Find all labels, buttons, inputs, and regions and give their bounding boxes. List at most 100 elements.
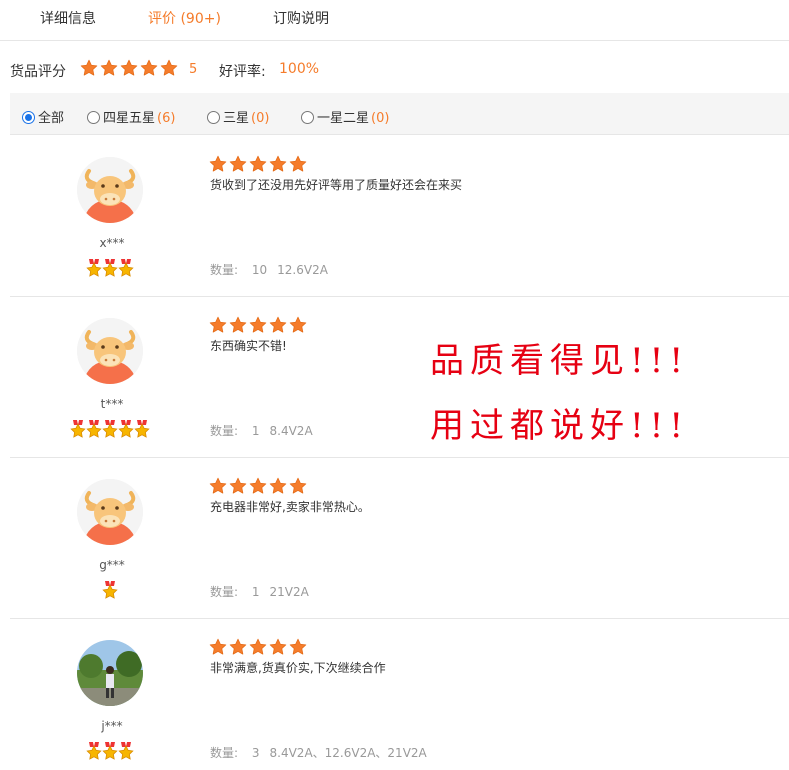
cow-avatar <box>77 479 143 545</box>
medal-icon <box>102 259 118 277</box>
review-stars <box>209 316 309 334</box>
filter-count: (0) <box>371 111 390 126</box>
buyer-level-medals <box>10 581 210 602</box>
star-icon <box>209 638 227 655</box>
review-meta: 数量: 3 8.4V2A、12.6V2A、21V2A <box>210 744 427 761</box>
review-filter-bar: 全部 四星五星 (6) 三星 (0) 一星二星 (0) <box>10 93 789 135</box>
review-stars <box>209 155 309 173</box>
filter-one-two-star[interactable]: 一星二星 (0) <box>301 107 389 126</box>
star-icon <box>269 155 287 172</box>
reviewer-name: j*** <box>101 719 123 733</box>
medal-icon <box>86 259 102 277</box>
medal-icon <box>118 742 134 760</box>
radio-icon[interactable] <box>22 111 35 124</box>
star-icon <box>289 638 307 655</box>
quantity-label: 数量: 10 <box>210 263 268 277</box>
review-item: g*** 充电器非常好,卖家非常热心。 数量: 1 21V2A <box>10 458 789 619</box>
radio-icon[interactable] <box>207 111 220 124</box>
spec-value: 12.6V2A <box>277 263 328 277</box>
medal-icon <box>70 420 86 438</box>
star-icon <box>289 477 307 494</box>
star-icon <box>229 477 247 494</box>
medal-icon <box>86 420 102 438</box>
medal-icon <box>102 420 118 438</box>
star-icon <box>140 59 158 76</box>
radio-icon[interactable] <box>301 111 314 124</box>
review-item: j*** 非常满意,货真价实,下次继续合作 数量: 3 8.4V2A、12.6V2… <box>10 619 789 770</box>
cow-face-icon <box>77 157 143 223</box>
filter-all[interactable]: 全部 <box>22 107 64 126</box>
spec-value: 8.4V2A、12.6V2A、21V2A <box>269 746 427 760</box>
review-stars <box>209 477 309 495</box>
user-photo-icon <box>77 640 143 706</box>
promo-line-1: 品质看得见!!! <box>430 341 689 381</box>
reviewer-name: t*** <box>100 397 124 411</box>
star-icon <box>209 316 227 333</box>
tab-bar: 详细信息 评价 (90+) 订购说明 <box>0 0 789 41</box>
photo-avatar <box>77 640 143 706</box>
star-icon <box>249 638 267 655</box>
positive-rate-label: 好评率: <box>219 64 266 80</box>
buyer-level-medals <box>10 742 210 763</box>
filter-count: (0) <box>251 111 270 126</box>
filter-label: 四星五星 <box>103 111 156 126</box>
star-icon <box>209 477 227 494</box>
medal-icon <box>102 742 118 760</box>
quantity-label: 数量: 1 <box>210 424 260 438</box>
star-icon <box>209 155 227 172</box>
spec-value: 21V2A <box>269 585 309 599</box>
star-icon <box>100 59 118 76</box>
tab-details[interactable]: 详细信息 <box>40 8 96 28</box>
medal-icon <box>118 420 134 438</box>
cow-face-icon <box>77 318 143 384</box>
star-icon <box>160 59 178 76</box>
medal-icon <box>86 742 102 760</box>
star-icon <box>80 59 98 76</box>
star-icon <box>269 638 287 655</box>
filter-four-five-star[interactable]: 四星五星 (6) <box>87 107 175 126</box>
review-text: 东西确实不错! <box>210 339 287 353</box>
filter-count: (6) <box>157 111 176 126</box>
positive-rate-value: 100% <box>279 61 320 77</box>
star-icon <box>229 316 247 333</box>
medal-icon <box>118 259 134 277</box>
star-icon <box>269 316 287 333</box>
score-label: 货品评分 <box>10 64 66 80</box>
review-text: 货收到了还没用先好评等用了质量好还会在来买 <box>210 178 463 192</box>
reviewer-name: x*** <box>99 236 125 250</box>
review-text: 充电器非常好,卖家非常热心。 <box>210 500 370 514</box>
star-icon <box>229 155 247 172</box>
filter-three-star[interactable]: 三星 (0) <box>207 107 269 126</box>
filter-label: 一星二星 <box>317 111 370 126</box>
tab-reviews[interactable]: 评价 (90+) <box>148 8 221 28</box>
star-icon <box>269 477 287 494</box>
promo-line-2: 用过都说好!!! <box>430 406 689 446</box>
quantity-label: 数量: 1 <box>210 585 260 599</box>
filter-label: 全部 <box>38 111 65 126</box>
star-icon <box>249 155 267 172</box>
star-icon <box>289 316 307 333</box>
review-meta: 数量: 1 21V2A <box>210 583 309 600</box>
filter-label: 三星 <box>223 111 250 126</box>
buyer-level-medals <box>10 420 210 441</box>
cow-avatar <box>77 157 143 223</box>
cow-avatar <box>77 318 143 384</box>
review-meta: 数量: 1 8.4V2A <box>210 422 313 439</box>
summary-stars <box>80 59 180 77</box>
review-stars <box>209 638 309 656</box>
cow-face-icon <box>77 479 143 545</box>
spec-value: 8.4V2A <box>269 424 313 438</box>
medal-icon <box>102 581 118 599</box>
star-icon <box>249 477 267 494</box>
buyer-level-medals <box>10 259 210 280</box>
star-icon <box>289 155 307 172</box>
star-icon <box>249 316 267 333</box>
rating-summary: 货品评分 5 好评率: 100% <box>10 59 710 80</box>
radio-icon[interactable] <box>87 111 100 124</box>
star-icon <box>229 638 247 655</box>
tab-order-info[interactable]: 订购说明 <box>273 8 329 28</box>
review-item: x*** 货收到了还没用先好评等用了质量好还会在来买 数量: 10 12.6V2A <box>10 136 789 297</box>
medal-icon <box>134 420 150 438</box>
reviewer-name: g*** <box>99 558 125 572</box>
quantity-label: 数量: 3 <box>210 746 260 760</box>
